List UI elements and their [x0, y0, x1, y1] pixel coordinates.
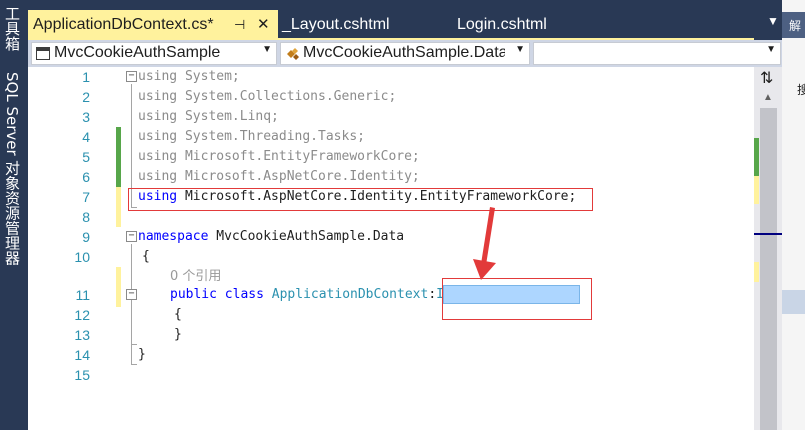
scroll-up-arrow-icon[interactable]: ▲ — [763, 92, 773, 103]
line-number: 10 — [74, 249, 90, 265]
code-token: { — [174, 307, 182, 322]
code-token: using Microsoft.EntityFrameworkCore; — [138, 149, 420, 164]
project-dropdown-value: MvcCookieAuthSample — [54, 44, 221, 61]
code-text: namespace MvcCookieAuthSample.Data — [138, 227, 404, 247]
code-token: } — [174, 327, 182, 342]
code-token: ApplicationDbContext — [271, 287, 429, 302]
code-token: } — [138, 347, 146, 362]
member-dropdown[interactable]: ▼ — [533, 42, 781, 65]
code-text: } — [138, 345, 146, 365]
code-line: 4 using System.Threading.Tasks; — [28, 127, 754, 147]
code-line: 1 using System; — [28, 67, 754, 87]
namespace-dropdown[interactable]: MvcCookieAuthSample.Data ▼ — [280, 42, 530, 65]
code-text: using System.Threading.Tasks; — [138, 127, 365, 147]
caret-position-marker — [754, 233, 782, 235]
code-line: 9 namespace MvcCookieAuthSample.Data — [28, 227, 754, 247]
solution-explorer-title: 解 — [789, 19, 802, 33]
code-line: 15 — [28, 365, 754, 385]
code-text: } — [174, 325, 182, 345]
tab-applicationdbcontext[interactable]: ApplicationDbContext.cs* ⊣ ✕ — [28, 10, 278, 38]
code-editor[interactable]: − − − 0 个引用 1 using System; 2 using System.… — [28, 67, 754, 430]
code-token: using System.Collections.Generic; — [138, 89, 397, 104]
tab-label: ApplicationDbContext.cs* — [33, 16, 214, 33]
tab-label: Login.cshtml — [457, 16, 547, 33]
tab-login[interactable]: Login.cshtml — [457, 10, 547, 38]
line-number: 5 — [82, 149, 90, 165]
codelens-references[interactable]: 0 个引用 — [170, 265, 221, 284]
code-line: 13} — [28, 325, 754, 345]
scroll-change-marker — [754, 176, 759, 204]
annotation-box-using — [128, 188, 593, 211]
code-line: 10 { — [28, 247, 754, 267]
line-number: 1 — [82, 69, 90, 85]
chevron-down-icon: ▼ — [515, 44, 525, 55]
code-token: { — [142, 249, 150, 264]
solution-search-label[interactable]: 搜 — [797, 81, 805, 98]
document-tab-bar: ApplicationDbContext.cs* ⊣ ✕ _Layout.csh… — [24, 10, 794, 38]
line-number: 4 — [82, 129, 90, 145]
chevron-down-icon: ▼ — [262, 44, 272, 55]
solution-selected-item[interactable] — [782, 290, 805, 314]
toolbox-tab[interactable]: 工具箱 — [2, 6, 22, 51]
line-number: 6 — [82, 169, 90, 185]
code-token: using System.Threading.Tasks; — [138, 129, 365, 144]
code-line: 6 using Microsoft.AspNetCore.Identity; — [28, 167, 754, 187]
chevron-down-icon: ▼ — [766, 44, 776, 55]
line-number: 11 — [75, 287, 90, 303]
code-token: class — [224, 287, 264, 302]
code-token: using Microsoft.AspNetCore.Identity; — [138, 169, 420, 184]
code-text: using System.Linq; — [138, 107, 279, 127]
code-line: 3 using System.Linq; — [28, 107, 754, 127]
project-dropdown[interactable]: MvcCookieAuthSample ▼ — [31, 42, 277, 65]
annotation-box-base-class — [442, 278, 592, 320]
line-number: 15 — [74, 367, 90, 383]
code-line: 11public class ApplicationDbContext:Iden… — [28, 285, 754, 305]
line-number: 3 — [82, 109, 90, 125]
tab-overflow-dropdown-icon[interactable]: ▼ — [767, 14, 779, 28]
code-text: using Microsoft.AspNetCore.Identity; — [138, 167, 420, 187]
code-line: 5 using Microsoft.EntityFrameworkCore; — [28, 147, 754, 167]
namespace-icon — [287, 48, 299, 60]
solution-explorer-panel — [782, 0, 805, 430]
code-line: 12 { — [28, 305, 754, 325]
code-token: public — [170, 287, 217, 302]
pin-icon[interactable]: ⊣ — [234, 10, 245, 40]
line-number: 8 — [82, 209, 90, 225]
tab-layout[interactable]: _Layout.cshtml — [282, 10, 390, 38]
code-line: 14} — [28, 345, 754, 365]
line-number: 14 — [74, 347, 90, 363]
scroll-change-marker — [754, 138, 759, 176]
close-icon[interactable]: ✕ — [257, 10, 270, 40]
line-number: 13 — [74, 327, 90, 343]
tab-label: _Layout.cshtml — [282, 16, 390, 33]
code-text: using System; — [138, 67, 240, 87]
code-token: MvcCookieAuthSample.Data — [208, 229, 405, 244]
line-number: 7 — [82, 189, 90, 205]
code-line: 2 using System.Collections.Generic; — [28, 87, 754, 107]
left-tool-strip: 工具箱 SQL Server 对象资源管理器 — [0, 0, 24, 430]
scroll-change-marker — [754, 262, 759, 282]
code-token: using System.Linq; — [138, 109, 279, 124]
code-text: using Microsoft.EntityFrameworkCore; — [138, 147, 420, 167]
code-token: : — [428, 287, 437, 302]
line-number: 9 — [82, 229, 90, 245]
split-window-icon[interactable]: ⇅ — [760, 68, 773, 88]
namespace-dropdown-value: MvcCookieAuthSample.Data — [303, 44, 505, 61]
code-text: { — [174, 305, 182, 325]
code-token: using System; — [138, 69, 240, 84]
navigation-bar: MvcCookieAuthSample ▼ MvcCookieAuthSampl… — [28, 40, 782, 67]
line-number: 12 — [74, 307, 90, 323]
sql-server-explorer-tab[interactable]: SQL Server 对象资源管理器 — [2, 72, 22, 265]
code-text: { — [142, 247, 150, 267]
code-token: namespace — [138, 229, 209, 244]
scrollbar-thumb[interactable] — [760, 108, 777, 430]
project-icon — [36, 47, 50, 60]
annotation-arrow-icon — [473, 207, 496, 280]
line-number: 2 — [82, 89, 90, 105]
code-text: using System.Collections.Generic; — [138, 87, 396, 107]
